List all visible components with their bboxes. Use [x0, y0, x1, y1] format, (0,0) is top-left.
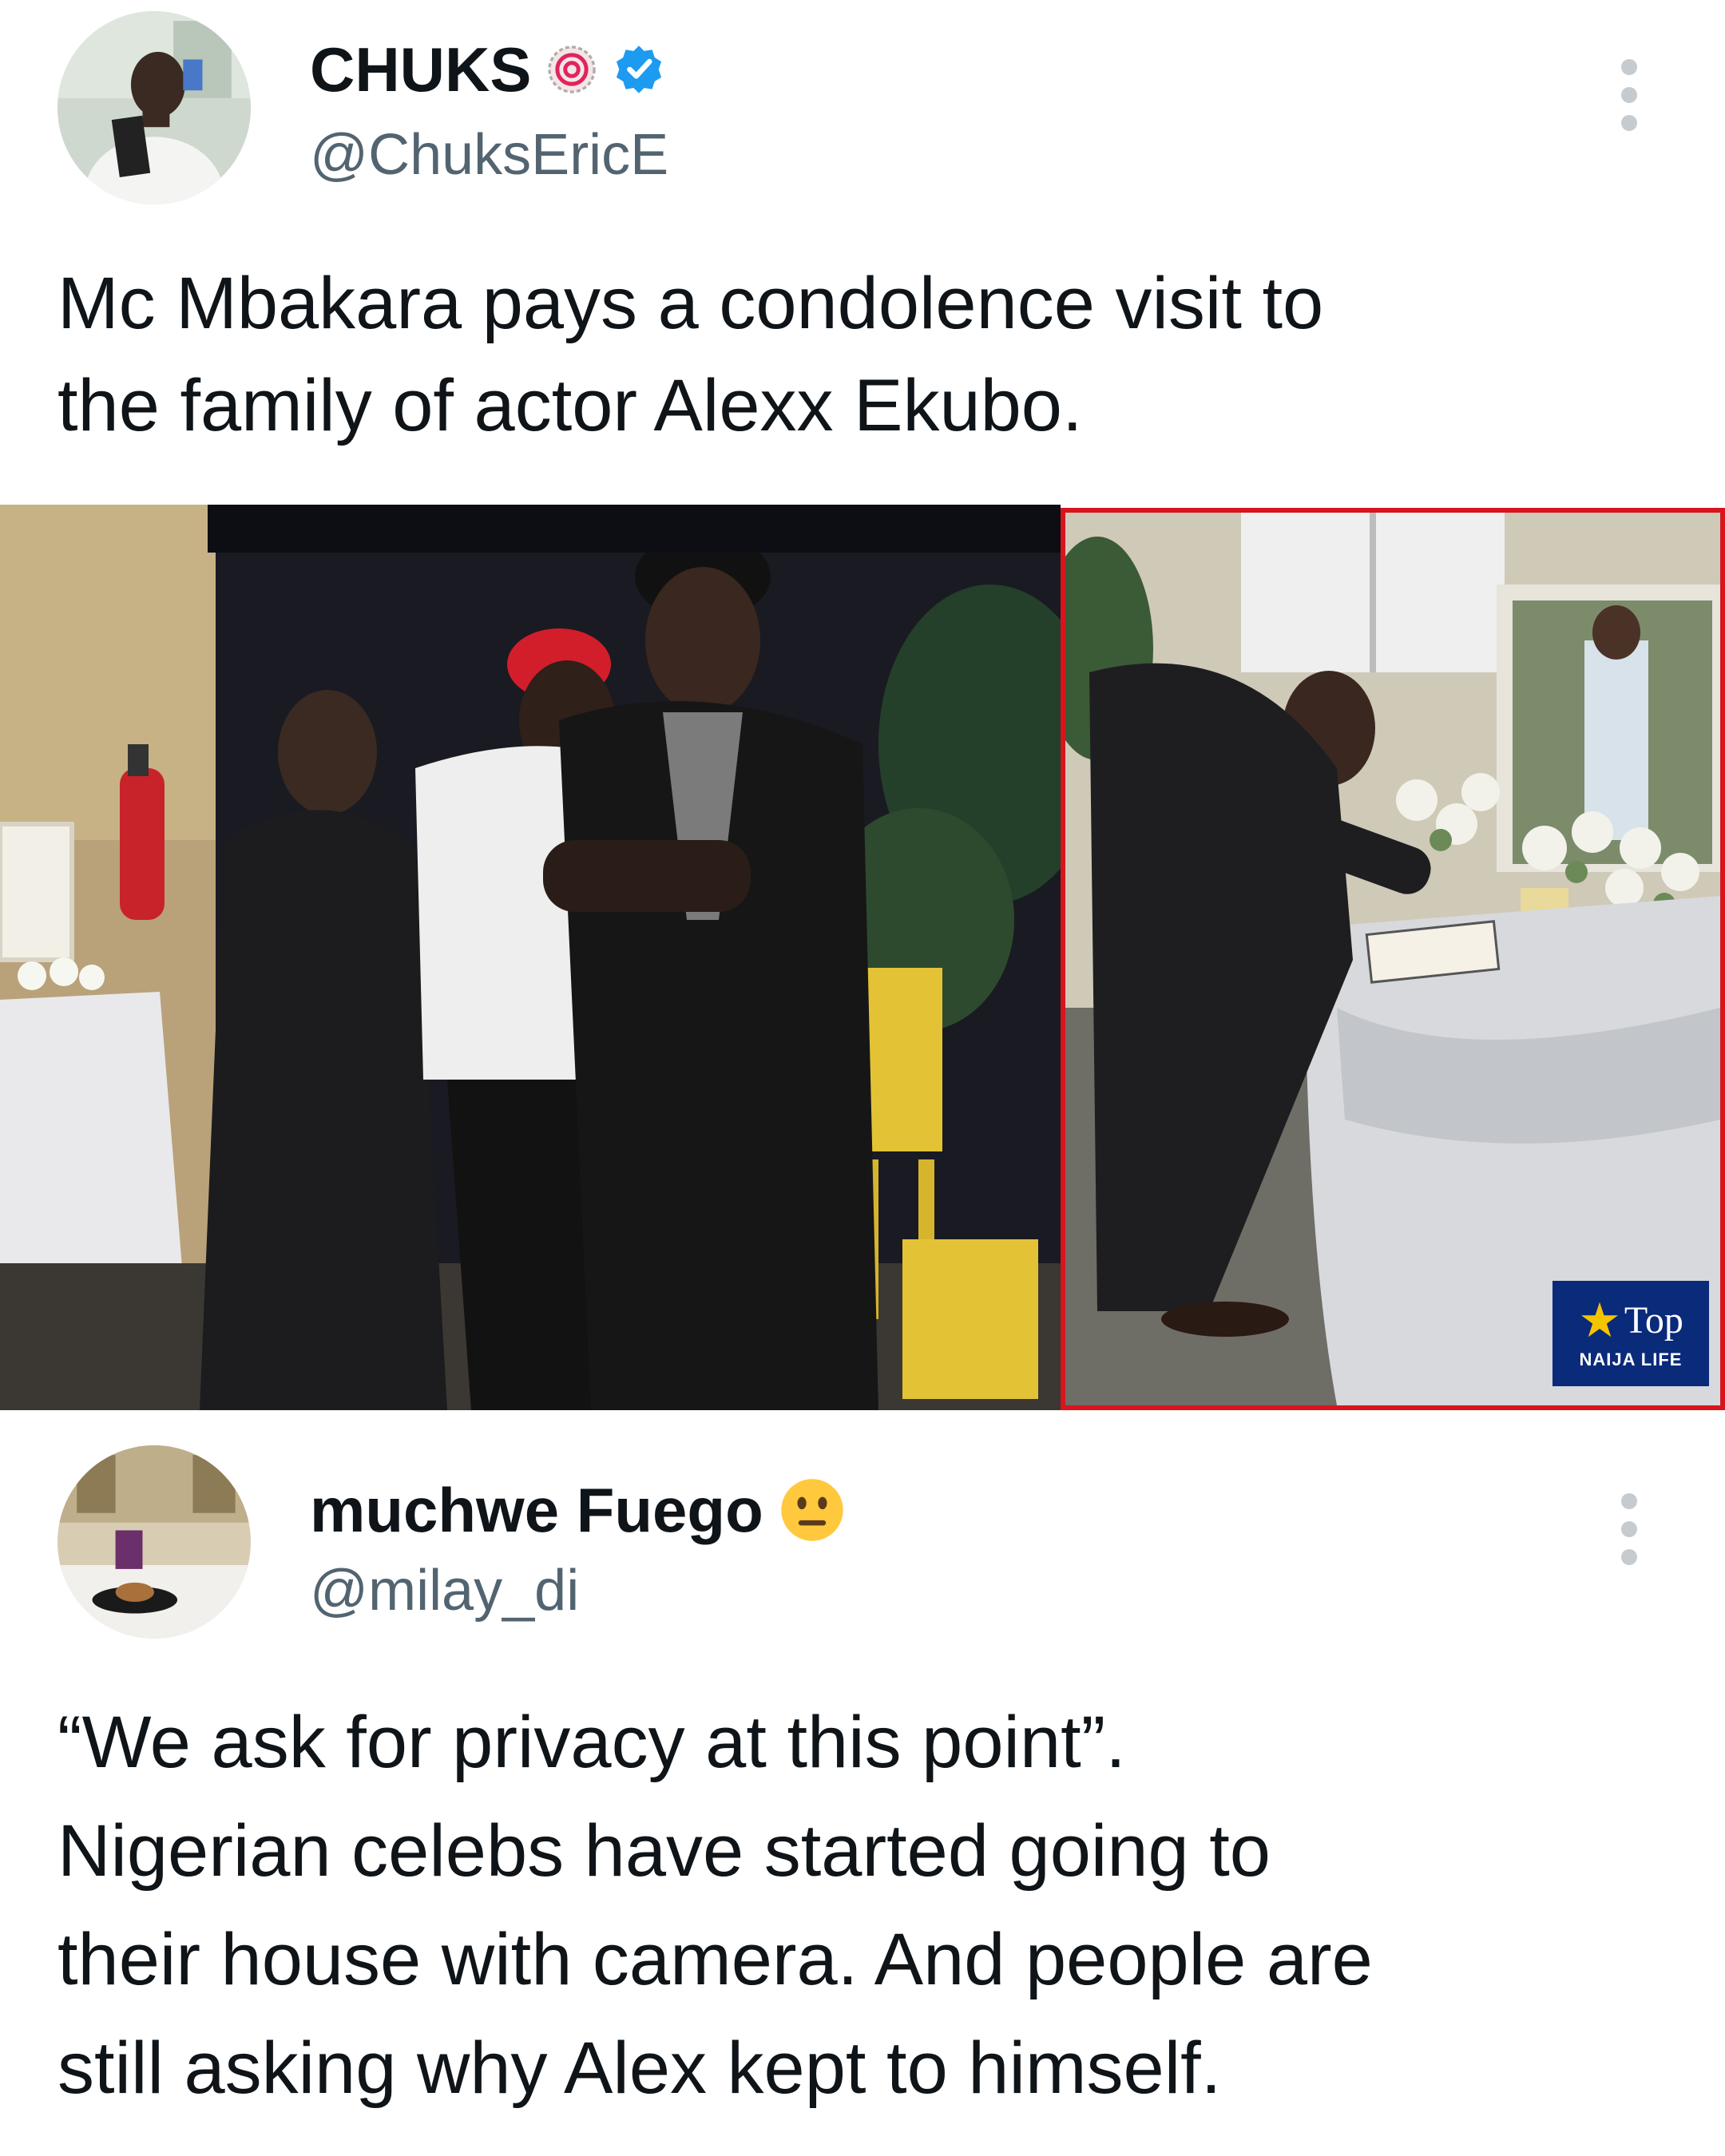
spiral-badge-icon: [545, 43, 598, 96]
tweet1-handle[interactable]: @ChuksEricE: [310, 126, 668, 184]
watermark-line2: NAIJA LIFE: [1579, 1349, 1683, 1369]
media-photo-right[interactable]: ★ Top NAIJA LIFE: [1061, 508, 1725, 1410]
avatar-chuks[interactable]: [58, 11, 251, 204]
tweet1-text: Mc Mbakara pays a condolence visit to th…: [58, 252, 1323, 457]
avatar-muchwe-fuego-image: [58, 1445, 251, 1639]
tweet2-text-line: still asking why Alex kept to himself.: [58, 2027, 1222, 2109]
tweet2-author-name-row: muchwe Fuego: [310, 1476, 847, 1544]
tweet1-more-options-icon[interactable]: [1613, 59, 1645, 131]
tweet1-author-name-row: CHUKS: [310, 38, 665, 101]
tweet1-display-name[interactable]: CHUKS: [310, 38, 531, 101]
watermark-line1: Top: [1624, 1299, 1683, 1342]
tweet2-more-options-icon[interactable]: [1613, 1493, 1645, 1565]
avatar-chuks-image: [58, 11, 251, 204]
tweet2-handle[interactable]: @milay_di: [310, 1562, 579, 1619]
tweet2-text: “We ask for privacy at this point”. Nige…: [58, 1688, 1373, 2122]
avatar-muchwe-fuego[interactable]: [58, 1445, 251, 1639]
star-logo-icon: ★: [1578, 1294, 1621, 1347]
photo-condolence-register: [1065, 513, 1720, 1405]
tweet2-text-line: their house with camera. And people are: [58, 1919, 1373, 2000]
tweet2-text-line: Nigerian celebs have started going to: [58, 1810, 1271, 1892]
media-photo-left[interactable]: [0, 505, 1061, 1410]
tweet1-text-line: Mc Mbakara pays a condolence visit to: [58, 263, 1324, 344]
neutral-face-emoji-icon: [778, 1476, 847, 1544]
photo-men-gathering: [0, 505, 1061, 1410]
tweet2-text-line: “We ask for privacy at this point”.: [58, 1702, 1126, 1783]
watermark-top-naija-life: ★ Top NAIJA LIFE: [1552, 1281, 1709, 1386]
verified-badge-icon: [613, 43, 665, 96]
tweet1-text-line: the family of actor Alexx Ekubo.: [58, 365, 1083, 446]
tweet2-display-name[interactable]: muchwe Fuego: [310, 1479, 763, 1541]
